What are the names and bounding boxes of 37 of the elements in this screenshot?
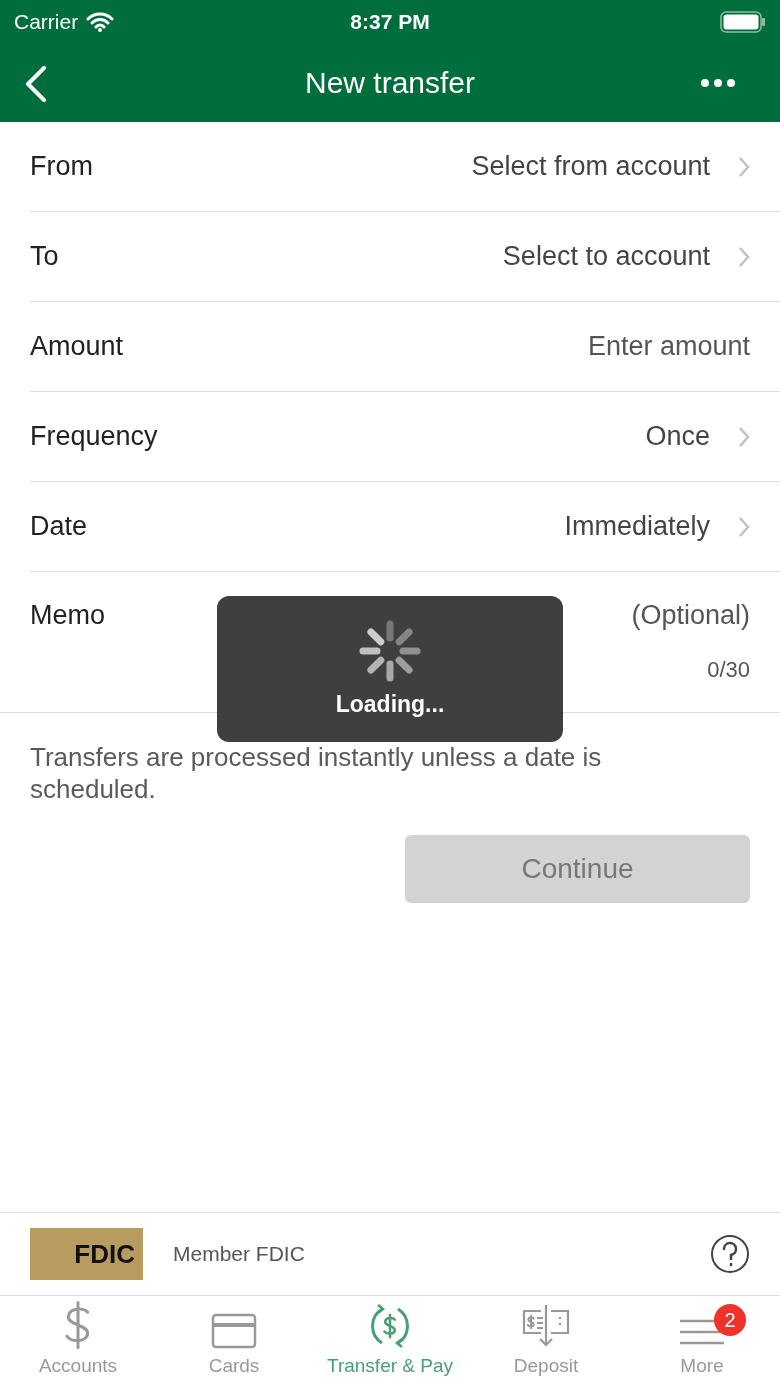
amount-field[interactable]: Enter amount xyxy=(490,331,750,362)
clock: 8:37 PM xyxy=(350,10,430,34)
fdic-logo: FDIC xyxy=(30,1228,143,1280)
field-label: To xyxy=(30,241,59,272)
spinner-icon xyxy=(357,618,423,684)
field-label: From xyxy=(30,151,93,182)
card-icon xyxy=(211,1313,257,1349)
chevron-icon xyxy=(738,155,750,178)
check-deposit-icon xyxy=(521,1303,571,1349)
select-field[interactable]: Select from account xyxy=(471,151,750,182)
chevron-icon xyxy=(738,515,750,538)
notification-badge: 2 xyxy=(714,1304,746,1336)
tab-bar-item[interactable]: Transfer & Pay xyxy=(312,1296,468,1387)
carrier-label: Carrier xyxy=(14,10,79,34)
battery-icon xyxy=(720,11,766,33)
help-icon[interactable] xyxy=(710,1234,750,1274)
tab-bar-item[interactable]: Accounts xyxy=(0,1296,156,1387)
screen-title: New transfer xyxy=(304,66,476,100)
back-icon[interactable] xyxy=(24,66,48,102)
field-label: Memo xyxy=(30,600,105,631)
tab-bar-item[interactable]: Cards xyxy=(156,1296,312,1387)
tab-bar-item[interactable]: More 2 xyxy=(624,1296,780,1387)
tab-bar-item[interactable]: Deposit xyxy=(468,1296,624,1387)
select-field[interactable]: Immediately xyxy=(564,511,750,542)
field-label: Amount xyxy=(30,331,124,362)
loading-label: Loading... xyxy=(335,692,445,716)
select-field[interactable]: Once xyxy=(645,421,750,452)
field-label: Frequency xyxy=(30,421,158,452)
select-field[interactable]: Select to account xyxy=(502,241,750,272)
member-label: Member FDIC xyxy=(173,1242,306,1266)
more-icon[interactable] xyxy=(700,78,736,88)
field-label: Date xyxy=(30,511,88,542)
wifi-icon xyxy=(86,12,115,32)
chevron-icon xyxy=(738,245,750,268)
chevron-icon xyxy=(738,425,750,448)
character-counter: 0/30 xyxy=(707,657,750,683)
info-text: Transfers are processed instantly unless a date is scheduled. xyxy=(30,741,603,805)
